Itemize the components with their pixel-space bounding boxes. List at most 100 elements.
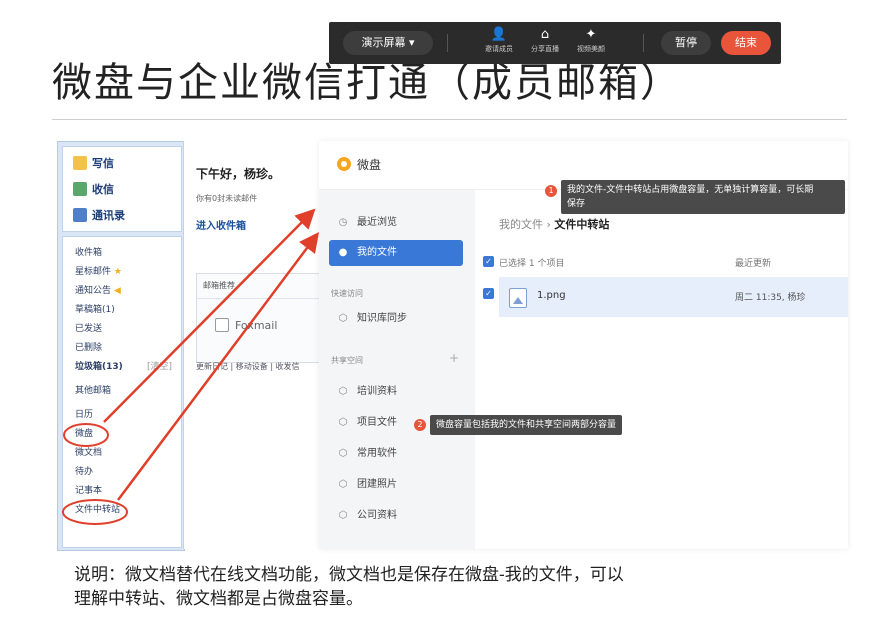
invite-member-icon: 👤 xyxy=(490,27,508,42)
folder-todo[interactable]: 待办 xyxy=(75,464,93,477)
folder-inbox[interactable]: 收件箱 xyxy=(75,245,102,258)
folder-weidoc[interactable]: 微文档 xyxy=(75,445,102,458)
nav-team-photos[interactable]: ⬡ 团建照片 xyxy=(329,472,463,498)
share-live-button[interactable]: ⌂ 分享直播 xyxy=(525,27,565,55)
toolbar-divider xyxy=(643,34,644,52)
nav-my-files-label: 我的文件 xyxy=(357,247,397,258)
contacts-label: 通讯录 xyxy=(92,209,125,222)
folder-deleted[interactable]: 已删除 xyxy=(75,340,102,353)
toolbar-divider xyxy=(447,34,448,52)
nav-my-files[interactable]: ● 我的文件 xyxy=(329,240,463,266)
mail-sidebar: 写信 收信 通讯录 收件箱 星标邮件 ★ 通知公告 ◀ 草稿箱(1) 已发送 已… xyxy=(57,141,185,551)
breadcrumb: 我的文件 › 文件中转站 xyxy=(499,216,609,232)
nav-kb-sync-label: 知识库同步 xyxy=(357,313,407,324)
nav-recent-label: 最近浏览 xyxy=(357,217,397,228)
unread-count: 你有0封未读邮件 xyxy=(196,194,258,203)
mail-folder-list: 收件箱 星标邮件 ★ 通知公告 ◀ 草稿箱(1) 已发送 已删除 垃圾箱(13)… xyxy=(62,236,182,548)
row-checkbox[interactable]: ✓ xyxy=(483,288,494,299)
share-live-label: 分享直播 xyxy=(531,45,559,53)
nav-software[interactable]: ⬡ 常用软件 xyxy=(329,441,463,467)
folder-weipan[interactable]: 微盘 xyxy=(75,426,93,439)
folder-icon: ⬡ xyxy=(338,417,348,428)
file-table-header: ✓ 已选择 1 个项目 最近更新 xyxy=(483,253,848,273)
folder-icon: ⬡ xyxy=(338,386,348,397)
nav-training-label: 培训资料 xyxy=(357,386,397,397)
nav-company[interactable]: ⬡ 公司资料 xyxy=(329,503,463,529)
clock-icon: ◷ xyxy=(338,217,348,228)
tooltip-transfer: 我的文件-文件中转站占用微盘容量，无单独计算容量，可长期 保存 xyxy=(561,180,845,214)
receive-button[interactable]: 收信 xyxy=(73,181,114,197)
select-all-checkbox[interactable]: ✓ xyxy=(483,256,494,267)
folder-icon: ⬡ xyxy=(338,313,348,324)
nav-kb-sync[interactable]: ⬡ 知识库同步 xyxy=(329,306,463,332)
receive-label: 收信 xyxy=(92,183,114,196)
mail-actions: 写信 收信 通讯录 xyxy=(62,146,182,232)
breadcrumb-root[interactable]: 我的文件 xyxy=(499,218,543,231)
mail-recommend-card: 邮箱推荐 Foxmail xyxy=(196,273,322,363)
title-divider xyxy=(52,119,847,120)
greeting: 下午好，杨珍。 xyxy=(196,167,281,181)
compose-icon xyxy=(73,156,87,170)
folder-icon: ⬡ xyxy=(338,479,348,490)
folder-icon: ⬡ xyxy=(338,448,348,459)
invite-member-label: 邀请成员 xyxy=(485,45,513,53)
file-name: 1.png xyxy=(537,290,566,301)
mail-footer-links[interactable]: 更新日记 | 移动设备 | 收发信 xyxy=(196,361,300,372)
clear-spam-link[interactable]: [清空] xyxy=(147,359,172,372)
folder-calendar[interactable]: 日历 xyxy=(75,407,93,420)
image-file-icon xyxy=(509,288,527,308)
tip1-line2: 保存 xyxy=(567,199,586,209)
foxmail-label: Foxmail xyxy=(235,318,278,332)
folder-notes[interactable]: 记事本 xyxy=(75,483,102,496)
file-updated: 周二 11:35, 杨珍 xyxy=(735,293,806,303)
folder-other[interactable]: 其他邮箱 xyxy=(75,383,111,396)
speaker-icon: ◀ xyxy=(113,286,121,296)
shared-space-title: 共享空间 xyxy=(331,356,363,365)
folder-spam[interactable]: 垃圾箱(13) xyxy=(75,359,123,372)
present-screen-button[interactable]: 演示屏幕 ▾ xyxy=(343,31,433,55)
receive-icon xyxy=(73,182,87,196)
table-row[interactable]: 1.png 周二 11:35, 杨珍 xyxy=(499,277,848,317)
folder-notices[interactable]: 通知公告 ◀ xyxy=(75,283,121,296)
beauty-button[interactable]: ✦ 视频美颜 xyxy=(571,27,611,55)
add-space-icon[interactable]: + xyxy=(449,351,459,365)
nav-recent[interactable]: ◷ 最近浏览 xyxy=(329,210,463,236)
col-updated[interactable]: 最近更新 xyxy=(735,256,771,269)
folder-starred-label: 星标邮件 xyxy=(75,267,112,277)
contacts-icon xyxy=(73,208,87,222)
folder-icon: ⬡ xyxy=(338,510,348,521)
end-button[interactable]: 结束 xyxy=(721,31,771,55)
caption-line2: 理解中转站、微文档都是占微盘容量。 xyxy=(74,589,363,609)
folder-starred[interactable]: 星标邮件 ★ xyxy=(75,264,122,277)
pause-button[interactable]: 暂停 xyxy=(661,31,711,55)
share-live-icon: ⌂ xyxy=(540,27,550,42)
enter-inbox-link[interactable]: 进入收件箱 xyxy=(196,217,246,232)
invite-member-button[interactable]: 👤 邀请成员 xyxy=(479,27,519,55)
divider xyxy=(197,298,321,299)
nav-team-photos-label: 团建照片 xyxy=(357,479,397,490)
quick-access-title: 快速访问 xyxy=(331,289,363,298)
star-icon: ★ xyxy=(113,267,122,277)
folder-transfer[interactable]: 文件中转站 xyxy=(75,502,120,515)
compose-label: 写信 xyxy=(92,157,114,170)
user-icon: ● xyxy=(338,247,348,258)
selection-count: 已选择 1 个项目 xyxy=(499,259,565,269)
mail-home-panel: 下午好，杨珍。 你有0封未读邮件 进入收件箱 邮箱推荐 Foxmail 更新日记… xyxy=(183,141,324,549)
contacts-button[interactable]: 通讯录 xyxy=(73,207,125,223)
nav-training[interactable]: ⬡ 培训资料 xyxy=(329,379,463,405)
weipan-brand: 微盘 xyxy=(357,158,382,172)
nav-software-label: 常用软件 xyxy=(357,448,397,459)
recommend-title: 邮箱推荐 xyxy=(203,281,235,290)
foxmail-icon xyxy=(215,318,229,332)
tip1-badge: 1 xyxy=(545,185,557,197)
nav-project-label: 项目文件 xyxy=(357,417,397,428)
slide-caption: 说明：微文档替代在线文档功能，微文档也是保存在微盘-我的文件，可以 理解中转站、… xyxy=(74,563,814,611)
folder-sent[interactable]: 已发送 xyxy=(75,321,102,334)
beauty-label: 视频美颜 xyxy=(577,45,605,53)
compose-button[interactable]: 写信 xyxy=(73,155,114,171)
foxmail-link[interactable]: Foxmail xyxy=(215,318,277,332)
weipan-file-area: 我的文件 › 文件中转站 ✓ 已选择 1 个项目 最近更新 ✓ 1.png 周二… xyxy=(475,190,848,549)
tip1-line1: 我的文件-文件中转站占用微盘容量，无单独计算容量，可长期 xyxy=(567,185,814,195)
tooltip-capacity: 微盘容量包括我的文件和共享空间两部分容量 xyxy=(430,415,623,435)
folder-drafts[interactable]: 草稿箱(1) xyxy=(75,302,115,315)
